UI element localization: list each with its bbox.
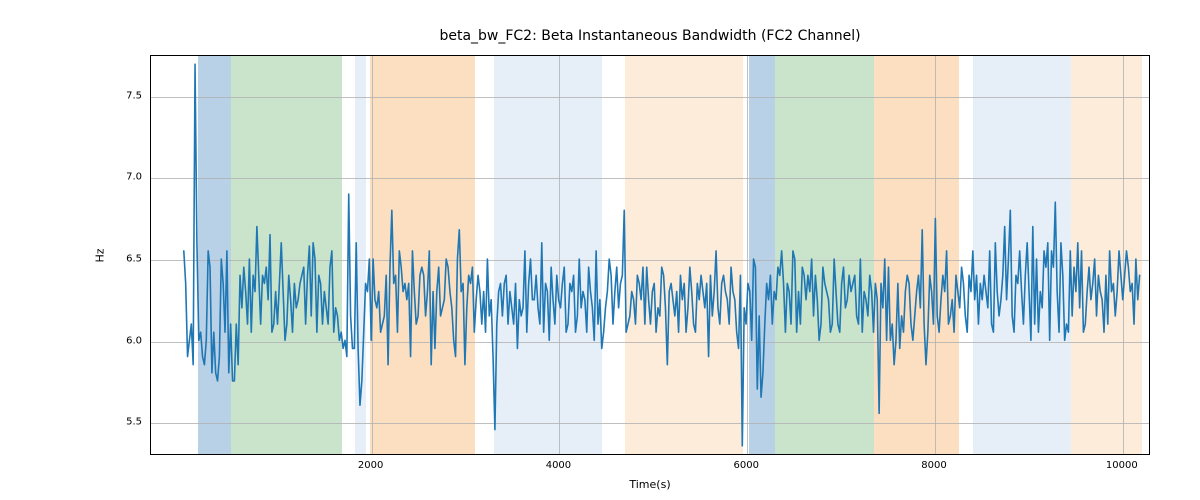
y-tick-label: 7.0 (112, 172, 142, 183)
x-tick-label: 8000 (921, 460, 946, 471)
x-tick-label: 10000 (1106, 460, 1138, 471)
y-tick-label: 7.5 (112, 90, 142, 101)
figure: beta_bw_FC2: Beta Instantaneous Bandwidt… (0, 0, 1200, 500)
x-tick-label: 2000 (358, 460, 383, 471)
y-axis-label: Hz (93, 248, 106, 262)
y-axis-label-container: Hz (90, 55, 110, 455)
plot-area (150, 55, 1150, 455)
x-axis-label: Time(s) (150, 478, 1150, 491)
line-series (151, 56, 1149, 454)
x-tick-label: 4000 (546, 460, 571, 471)
y-tick-label: 6.0 (112, 335, 142, 346)
x-tick-label: 6000 (734, 460, 759, 471)
chart-title: beta_bw_FC2: Beta Instantaneous Bandwidt… (0, 28, 1200, 44)
y-tick-label: 5.5 (112, 417, 142, 428)
y-tick-label: 6.5 (112, 254, 142, 265)
